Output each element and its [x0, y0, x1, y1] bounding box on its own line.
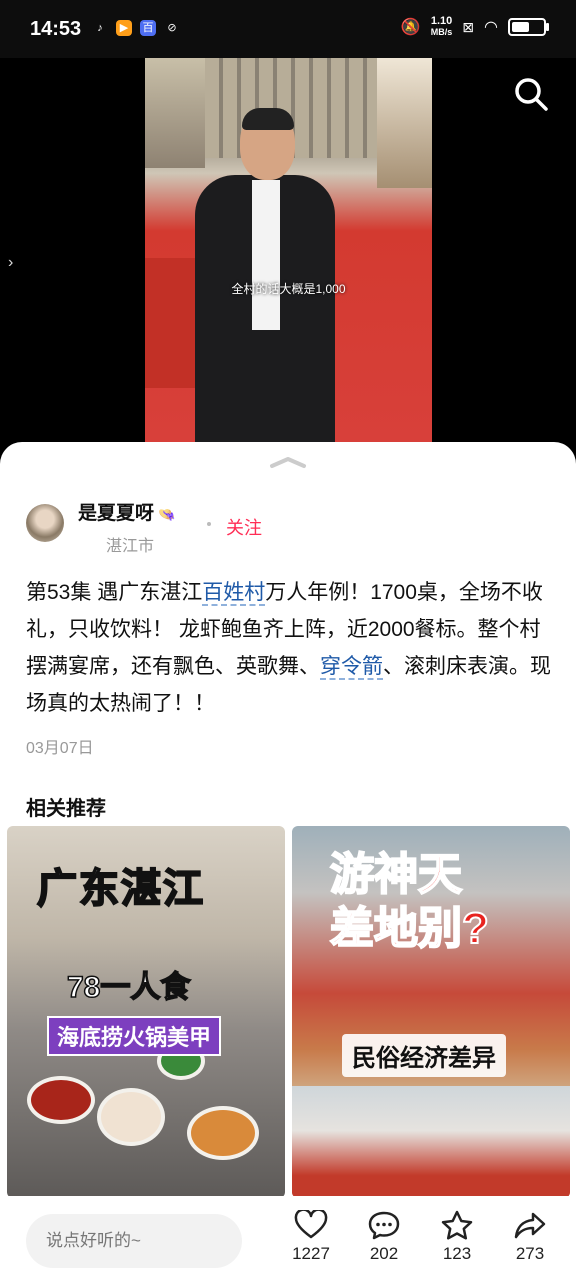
card-caption: 民俗经济差异 [342, 1034, 506, 1077]
hashtag-link[interactable]: 百姓村 [202, 581, 266, 606]
author-name[interactable]: 是夏夏呀 👒 [78, 498, 175, 525]
background-building-right [377, 58, 432, 188]
hashtag-link[interactable]: 穿令箭 [320, 655, 383, 680]
chevron-right-icon[interactable]: › [8, 254, 13, 272]
recommend-card[interactable]: 游神天 差地别? 民俗经济差异 [292, 826, 570, 1198]
search-icon[interactable] [511, 74, 551, 114]
comment-icon [368, 1211, 400, 1240]
battery-icon [508, 18, 549, 36]
card-title-line-1: 游神天 [329, 849, 463, 900]
heart-icon [294, 1210, 328, 1239]
post-sheet: 是夏夏呀 👒 湛江市 关注 第53集 遇广东湛江百姓村万人年例！1700桌，全场不… [0, 442, 576, 1280]
like-button[interactable]: 1227 [283, 1210, 339, 1264]
recommend-title: 相关推荐 [26, 798, 106, 820]
hair [242, 108, 294, 130]
douyin-icon: ♪ [97, 22, 103, 34]
net-speed-unit: MB/s [430, 27, 453, 37]
bottom-action-bar: 说点好听的~ 1227 202 123 273 [0, 1196, 576, 1280]
author-name-text[interactable]: 是夏夏呀 [78, 503, 154, 524]
network-speed: 1.10 MB/s [431, 16, 453, 38]
status-right: 🔕 1.10 MB/s ⊠ ◠ [400, 16, 549, 38]
shirt [252, 180, 280, 330]
like-count: 1227 [292, 1244, 330, 1263]
card-subtitle: 78一人食 [66, 970, 191, 1005]
status-time: 14:53 [30, 18, 82, 40]
star-icon [441, 1210, 473, 1240]
sim-icon: ⊠ [462, 18, 475, 35]
card-title-line-2: 差地别? [329, 903, 490, 954]
video-frame[interactable]: 全村的话大概是1,000 [145, 58, 432, 442]
card-caption: 海底捞火锅美甲 [47, 1016, 222, 1056]
link-icon: ⊘ [167, 22, 177, 34]
share-count: 273 [515, 1244, 545, 1263]
avatar[interactable] [26, 504, 64, 542]
separator-dot [207, 522, 211, 526]
notification-icons: ♪ ▶ 百 ⊘ [92, 20, 180, 36]
card-title: 广东湛江 [36, 866, 205, 912]
status-bar: 14:53 ♪ ▶ 百 ⊘ 🔕 1.10 MB/s ⊠ ◠ [0, 0, 576, 58]
post-description: 第53集 遇广东湛江百姓村万人年例！1700桌，全场不收礼，只收饮料！ 龙虾鲍鱼… [26, 574, 556, 722]
post-date: 03月07日 [26, 740, 94, 757]
recommend-card[interactable]: 广东湛江 78一人食 海底捞火锅美甲 [7, 826, 285, 1198]
desc-text-1: 第53集 遇广东湛江 [26, 581, 203, 604]
bowl-decoration [187, 1106, 259, 1160]
battery-fill [512, 22, 529, 32]
video-subtitle: 全村的话大概是1,000 [231, 282, 346, 296]
speaker-figure [190, 108, 340, 442]
comment-count: 202 [369, 1244, 399, 1263]
favorite-count: 123 [442, 1244, 472, 1263]
share-icon [514, 1212, 546, 1239]
share-button[interactable]: 273 [502, 1210, 558, 1264]
author-location: 湛江市 [106, 538, 155, 555]
card-title: 游神天 差地别? [329, 848, 490, 956]
net-speed-value: 1.10 [430, 15, 453, 27]
comment-input[interactable]: 说点好听的~ [26, 1214, 242, 1268]
video-player[interactable]: 全村的话大概是1,000 › [0, 58, 576, 458]
favorite-button[interactable]: 123 [429, 1210, 485, 1264]
hat-emoji: 👒 [158, 506, 176, 522]
video-app-icon: ▶ [116, 20, 132, 36]
sheet-handle[interactable] [268, 454, 308, 470]
baidu-icon: 百 [140, 20, 156, 36]
mute-icon: 🔕 [400, 19, 421, 36]
comment-button[interactable]: 202 [356, 1210, 412, 1264]
bowl-decoration [97, 1088, 165, 1146]
follow-button[interactable]: 关注 [226, 514, 262, 540]
temple-building [292, 1086, 570, 1198]
wifi-icon: ◠ [484, 19, 498, 36]
bowl-decoration [27, 1076, 95, 1124]
